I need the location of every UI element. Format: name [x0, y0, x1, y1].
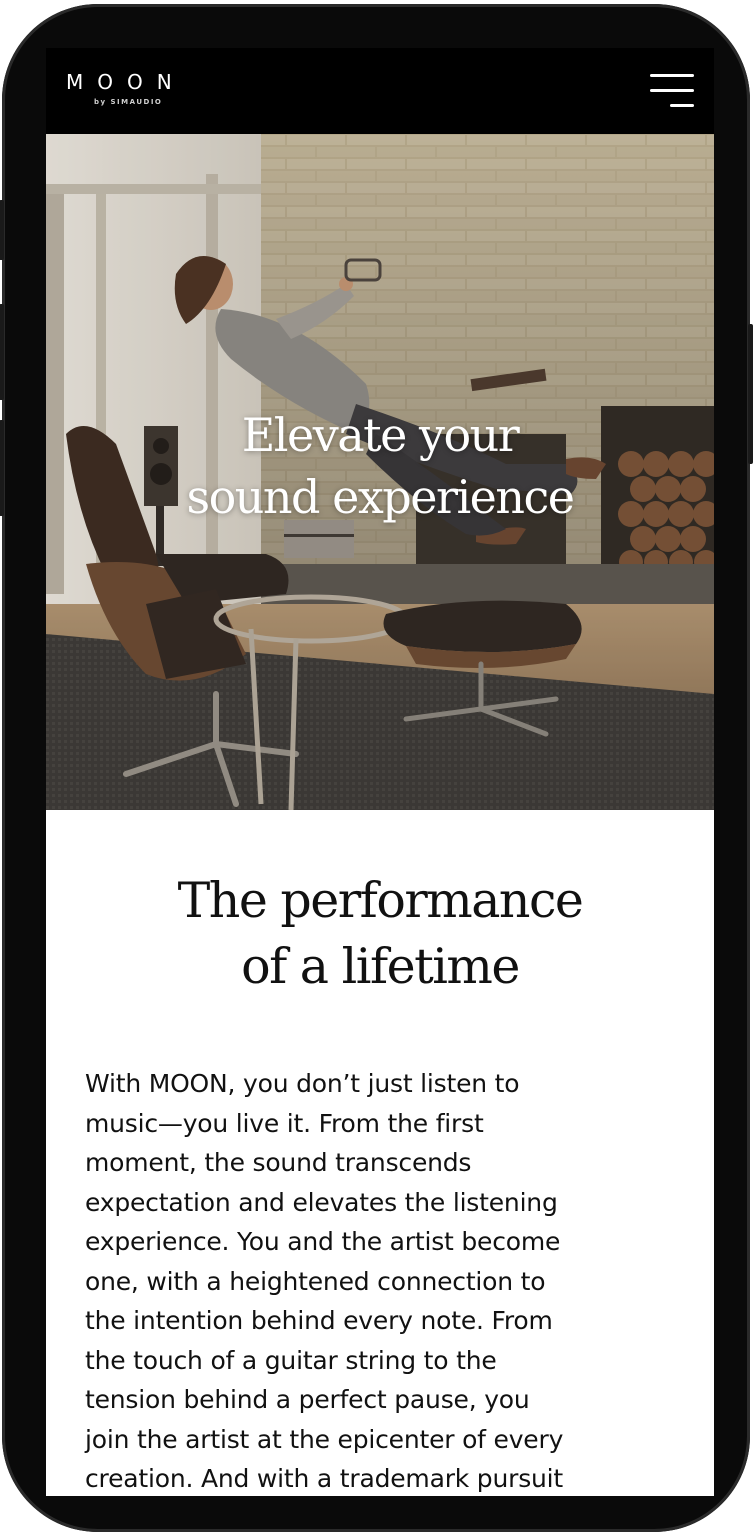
body-line: the intention behind every note. From [85, 1306, 553, 1335]
body-line: creation. And with a trademark pursuit [85, 1464, 564, 1493]
phone-side-button [0, 420, 4, 516]
hamburger-menu-icon[interactable] [646, 72, 694, 110]
section-title-line: The performance [177, 872, 584, 929]
moon-logo[interactable]: MOON [66, 70, 186, 94]
phone-screen: MOON by SIMAUDIO Elevate your sound expe… [46, 48, 714, 1496]
phone-frame: MOON by SIMAUDIO Elevate your sound expe… [0, 4, 753, 1532]
body-line: experience. You and the artist become [85, 1227, 561, 1256]
menu-bar [650, 89, 694, 92]
body-line: tension behind a perfect pause, you [85, 1385, 530, 1414]
body-line: With MOON, you don’t just listen to [85, 1069, 520, 1098]
section-body: With MOON, you don’t just listen to musi… [85, 1064, 685, 1496]
hero-title: Elevate your sound experience [46, 404, 714, 528]
body-line: one, with a heightened connection to [85, 1266, 546, 1296]
hero-title-line: sound experience [186, 470, 576, 524]
body-line: the touch of a guitar string to the [85, 1345, 497, 1375]
section-title-line: of a lifetime [241, 938, 520, 995]
body-line: moment, the sound transcends [85, 1148, 472, 1177]
body-line: join the artist at the epicenter of ever… [85, 1424, 564, 1454]
menu-bar [650, 74, 694, 77]
logo-tagline: by SIMAUDIO [94, 98, 163, 106]
hero-title-line: Elevate your [241, 408, 520, 462]
section-title: The performance of a lifetime [46, 868, 714, 1000]
phone-side-button [0, 304, 4, 400]
body-line: expectation and elevates the listening [85, 1187, 558, 1217]
site-header: MOON by SIMAUDIO [46, 48, 714, 134]
hero-banner: Elevate your sound experience [46, 134, 714, 810]
phone-side-button [0, 200, 4, 260]
menu-bar [670, 104, 694, 107]
phone-side-button [748, 324, 753, 464]
intro-section: The performance of a lifetime With MOON,… [46, 810, 714, 1496]
body-line: music—you live it. From the first [85, 1108, 484, 1138]
